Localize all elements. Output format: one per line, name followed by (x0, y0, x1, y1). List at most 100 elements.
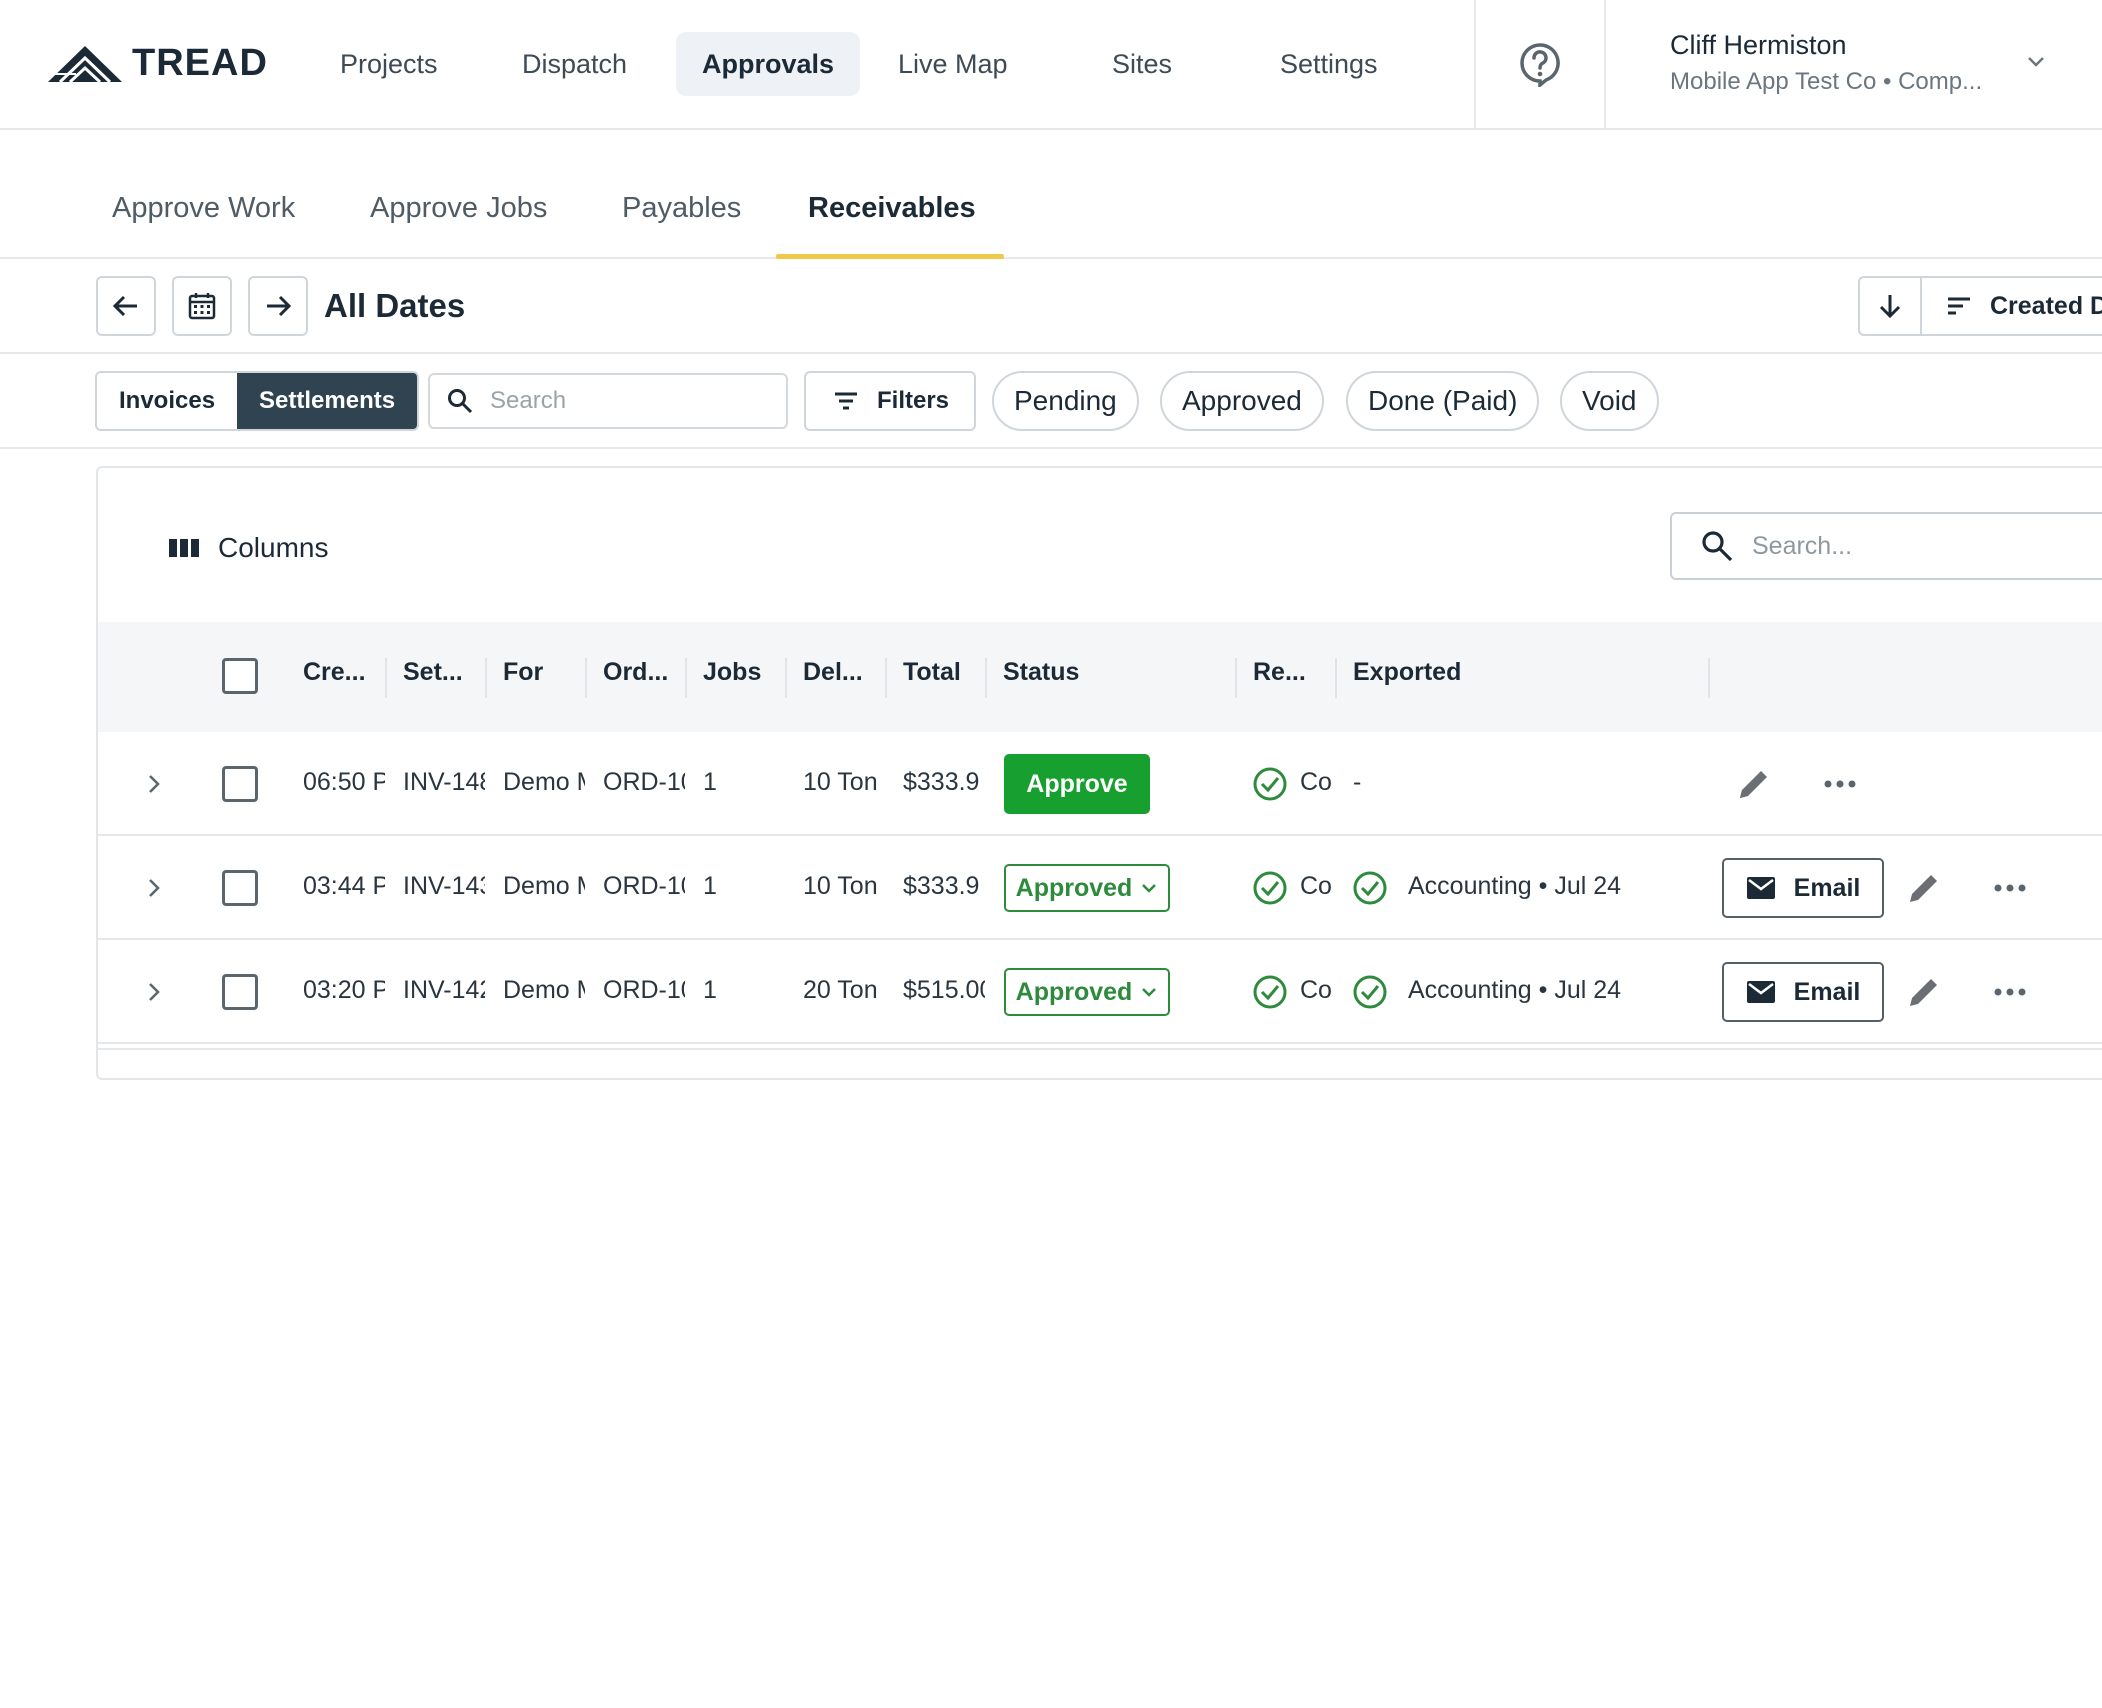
column-header-total[interactable]: Total (903, 658, 961, 687)
nav-projects[interactable]: Projects (314, 32, 464, 96)
cell-for: Demo M (503, 768, 585, 796)
table-row[interactable]: 03:20 P INV-142 Demo M ORD-10 1 20 Ton $… (98, 940, 2102, 1044)
column-divider[interactable] (585, 658, 587, 698)
cell-exported: Accounting • Jul 24 (1408, 976, 1622, 1004)
column-header-for[interactable]: For (503, 658, 543, 687)
tab-payables[interactable]: Payables (622, 192, 741, 225)
column-divider[interactable] (685, 658, 687, 698)
nav-live-map[interactable]: Live Map (872, 32, 1034, 96)
filter-search-input[interactable] (490, 387, 750, 415)
sort-by-button[interactable]: Created D (1922, 291, 2102, 321)
status-select[interactable]: Approved (1004, 968, 1170, 1016)
table-footer-divider (98, 1048, 2102, 1050)
user-name[interactable]: Cliff Hermiston (1670, 30, 1847, 61)
column-header-received[interactable]: Re... (1253, 658, 1306, 687)
check-circle-icon (1253, 975, 1287, 1009)
edit-pencil-icon[interactable] (1904, 972, 1944, 1012)
cell-exported: - (1353, 768, 1362, 796)
next-date-button[interactable] (248, 276, 308, 336)
nav-settings[interactable]: Settings (1254, 32, 1404, 96)
tab-receivables[interactable]: Receivables (808, 192, 976, 225)
date-navigation-bar: All Dates Created D (0, 259, 2102, 354)
chevron-down-icon[interactable] (2024, 50, 2048, 74)
column-divider[interactable] (1235, 658, 1237, 698)
cell-settlement: INV-143 (403, 872, 485, 900)
edit-pencil-icon[interactable] (1904, 868, 1944, 908)
status-select-label: Approved (1015, 873, 1133, 902)
top-navigation-bar: TREAD Projects Dispatch Approvals Live M… (0, 0, 2102, 130)
column-divider[interactable] (785, 658, 787, 698)
column-divider[interactable] (985, 658, 987, 698)
filters-button[interactable]: Filters (804, 371, 976, 431)
sort-direction-button[interactable] (1860, 278, 1922, 334)
email-button-label: Email (1793, 977, 1861, 1006)
cell-received: Co (1300, 768, 1332, 796)
column-divider[interactable] (1335, 658, 1337, 698)
column-header-order[interactable]: Ord... (603, 658, 668, 687)
check-circle-icon (1253, 767, 1287, 801)
email-button[interactable]: Email (1722, 962, 1884, 1022)
cell-jobs: 1 (703, 872, 717, 900)
check-circle-icon (1253, 871, 1287, 905)
calendar-icon (188, 293, 216, 320)
column-header-status[interactable]: Status (1003, 658, 1079, 687)
tread-logo[interactable]: TREAD (46, 40, 268, 86)
edit-pencil-icon[interactable] (1734, 764, 1774, 804)
column-header-exported[interactable]: Exported (1353, 658, 1461, 687)
row-checkbox[interactable] (222, 766, 258, 802)
nav-dispatch[interactable]: Dispatch (496, 32, 653, 96)
cell-total: $515.00 (903, 976, 985, 1004)
date-range-title: All Dates (324, 287, 466, 324)
chip-pending[interactable]: Pending (992, 371, 1139, 431)
chevron-right-icon[interactable] (140, 978, 168, 1006)
chevron-down-icon (1142, 988, 1157, 997)
table-row[interactable]: 03:44 P INV-143 Demo M ORD-10 1 10 Ton $… (98, 836, 2102, 940)
segment-invoices[interactable]: Invoices (97, 373, 238, 429)
column-divider[interactable] (885, 658, 887, 698)
column-header-delivered[interactable]: Del... (803, 658, 863, 687)
help-button[interactable] (1474, 0, 1606, 128)
cell-total: $333.9 (903, 872, 980, 900)
table-search-input[interactable] (1752, 531, 2092, 561)
arrow-left-icon (112, 295, 137, 317)
more-options-icon[interactable] (1990, 872, 2030, 904)
more-options-icon[interactable] (1820, 768, 1860, 800)
cell-delivered: 10 Ton (803, 768, 878, 796)
calendar-button[interactable] (172, 276, 232, 336)
previous-date-button[interactable] (96, 276, 156, 336)
mail-icon (1746, 877, 1775, 899)
select-all-checkbox[interactable] (222, 658, 258, 694)
tab-approve-work[interactable]: Approve Work (112, 192, 295, 225)
row-checkbox[interactable] (222, 974, 258, 1010)
nav-sites[interactable]: Sites (1086, 32, 1198, 96)
cell-settlement: INV-142 (403, 976, 485, 1004)
search-icon (1702, 531, 1733, 562)
more-options-icon[interactable] (1990, 976, 2030, 1008)
mail-icon (1746, 981, 1775, 1003)
tab-approve-jobs[interactable]: Approve Jobs (370, 192, 547, 225)
nav-approvals[interactable]: Approvals (676, 32, 861, 96)
table-search-box (1670, 512, 2102, 580)
approve-button[interactable]: Approve (1004, 754, 1150, 814)
column-divider[interactable] (1708, 658, 1710, 698)
column-header-created[interactable]: Cre... (303, 658, 366, 687)
chevron-right-icon[interactable] (140, 770, 168, 798)
columns-button[interactable]: Columns (168, 532, 328, 564)
row-checkbox[interactable] (222, 870, 258, 906)
chip-approved[interactable]: Approved (1160, 371, 1324, 431)
column-divider[interactable] (385, 658, 387, 698)
column-header-settlement[interactable]: Set... (403, 658, 463, 687)
table-row[interactable]: 06:50 P INV-148 Demo M ORD-10 1 10 Ton $… (98, 732, 2102, 836)
status-select[interactable]: Approved (1004, 864, 1170, 912)
cell-total: $333.9 (903, 768, 980, 796)
sort-by-label: Created D (1990, 291, 2102, 320)
cell-created: 03:44 P (303, 872, 385, 900)
column-divider[interactable] (485, 658, 487, 698)
chip-done-paid[interactable]: Done (Paid) (1346, 371, 1540, 431)
email-button[interactable]: Email (1722, 858, 1884, 918)
chevron-right-icon[interactable] (140, 874, 168, 902)
segment-settlements[interactable]: Settlements (237, 373, 418, 429)
chip-void[interactable]: Void (1560, 371, 1659, 431)
user-company[interactable]: Mobile App Test Co • Comp... (1670, 68, 1982, 96)
column-header-jobs[interactable]: Jobs (703, 658, 761, 687)
